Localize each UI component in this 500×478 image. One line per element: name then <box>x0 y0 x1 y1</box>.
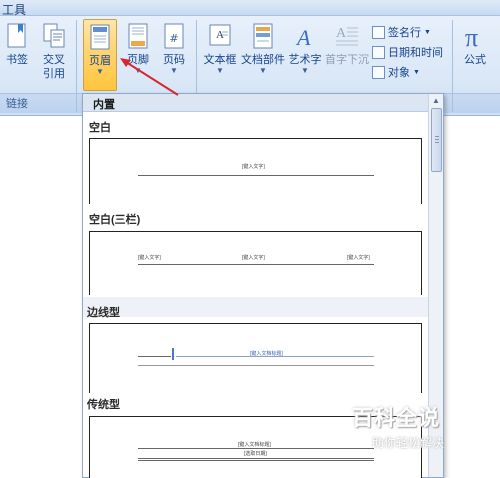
bookmark-icon <box>7 23 26 48</box>
section-band <box>83 297 428 317</box>
grip-line <box>435 139 439 140</box>
svg-text:#: # <box>169 32 178 45</box>
page-number-button[interactable]: # 页码 ▼ <box>158 22 190 75</box>
header-rule <box>138 175 374 176</box>
chevron-down-icon: ▼ <box>413 68 420 76</box>
gallery-section-label: 空白 <box>89 122 111 134</box>
object-icon <box>372 65 385 79</box>
object-button[interactable]: 对象 ▼ <box>372 64 420 80</box>
watermark-title: 百科全说 <box>352 406 440 430</box>
header-button[interactable]: 页眉 ▼ <box>83 19 117 91</box>
footer-icon <box>128 23 148 49</box>
calendar-icon <box>372 45 385 59</box>
header-rule <box>138 264 374 265</box>
gallery-item-blank[interactable]: [键入文字] <box>89 138 422 204</box>
chevron-down-icon: ▼ <box>259 66 267 75</box>
placeholder-text: [键入文字] <box>347 255 370 261</box>
textbox-button[interactable]: A 文本框 ▼ <box>202 22 238 75</box>
chevron-down-icon: ▼ <box>216 66 224 75</box>
signature-line-icon <box>372 25 385 39</box>
header-rule <box>138 356 171 357</box>
svg-text:A: A <box>295 25 311 50</box>
gallery-item-blank-three-column[interactable]: [键入文字] [键入文字] [键入文字] <box>89 231 422 295</box>
cross-reference-icon <box>43 23 65 48</box>
gallery-section-label: 边线型 <box>87 307 120 319</box>
group-separator <box>452 20 453 112</box>
footer-button[interactable]: 页脚 ▼ <box>122 22 154 75</box>
placeholder-text: [键入文档标题] <box>238 442 271 448</box>
quick-parts-icon <box>253 23 273 49</box>
placeholder-text: [键入文字] <box>138 255 161 261</box>
bookmark-button[interactable]: 书签 <box>2 22 32 67</box>
dropcap-icon: A <box>336 26 358 46</box>
svg-text:π: π <box>465 23 478 50</box>
gallery-section-label: 空白(三栏) <box>89 214 141 226</box>
page-number-icon: # <box>164 23 184 49</box>
signature-line-button[interactable]: 签名行 ▼ <box>372 24 431 40</box>
accent-bar <box>172 348 174 360</box>
textbox-icon: A <box>209 24 231 46</box>
header-icon <box>90 24 110 50</box>
placeholder-text: [键入文字] <box>242 255 265 261</box>
watermark-subtitle: 助你轻松解决 <box>372 436 445 450</box>
header-rule <box>138 448 374 449</box>
group-label-links: 链接 <box>6 98 28 110</box>
scroll-thumb[interactable] <box>431 108 442 172</box>
placeholder-text: [键入文字] <box>242 164 265 170</box>
scroll-up-icon[interactable]: ▲ <box>431 96 441 106</box>
group-separator <box>76 20 77 112</box>
wordart-icon: A <box>295 25 311 50</box>
cross-reference-button[interactable]: 交叉 引用 <box>38 22 70 81</box>
date-time-button[interactable]: 日期和时间 <box>372 44 443 60</box>
equation-button[interactable]: π 公式 <box>458 22 492 67</box>
gallery-category-header: 内置 <box>83 94 428 112</box>
chevron-down-icon: ▼ <box>301 66 309 75</box>
gallery-section-label: 传统型 <box>87 399 120 411</box>
gallery-item-sideline[interactable]: [键入文档标题] <box>89 323 422 393</box>
chevron-down-icon: ▼ <box>424 28 431 36</box>
header-rule <box>138 458 374 459</box>
placeholder-text: [选取日期] <box>244 451 267 457</box>
document-area[interactable] <box>0 116 82 478</box>
chevron-down-icon: ▼ <box>96 67 104 76</box>
grip-line <box>435 142 439 143</box>
header-rule <box>176 356 374 357</box>
watermark: 百科全说 助你轻松解决 <box>352 402 464 451</box>
header-rule <box>138 365 374 366</box>
quick-parts-button[interactable]: 文档部件 ▼ <box>240 22 286 75</box>
svg-text:A: A <box>336 26 347 41</box>
chevron-down-icon: ▼ <box>170 66 178 75</box>
chevron-down-icon: ▼ <box>134 66 142 75</box>
dropcap-button[interactable]: A 首字下沉 <box>325 22 369 67</box>
grip-line <box>435 136 439 137</box>
pi-icon: π <box>465 23 478 50</box>
header-rule <box>138 460 374 461</box>
title-bar: 工具 <box>0 0 500 17</box>
wordart-button[interactable]: A 艺术字 ▼ <box>287 22 323 75</box>
